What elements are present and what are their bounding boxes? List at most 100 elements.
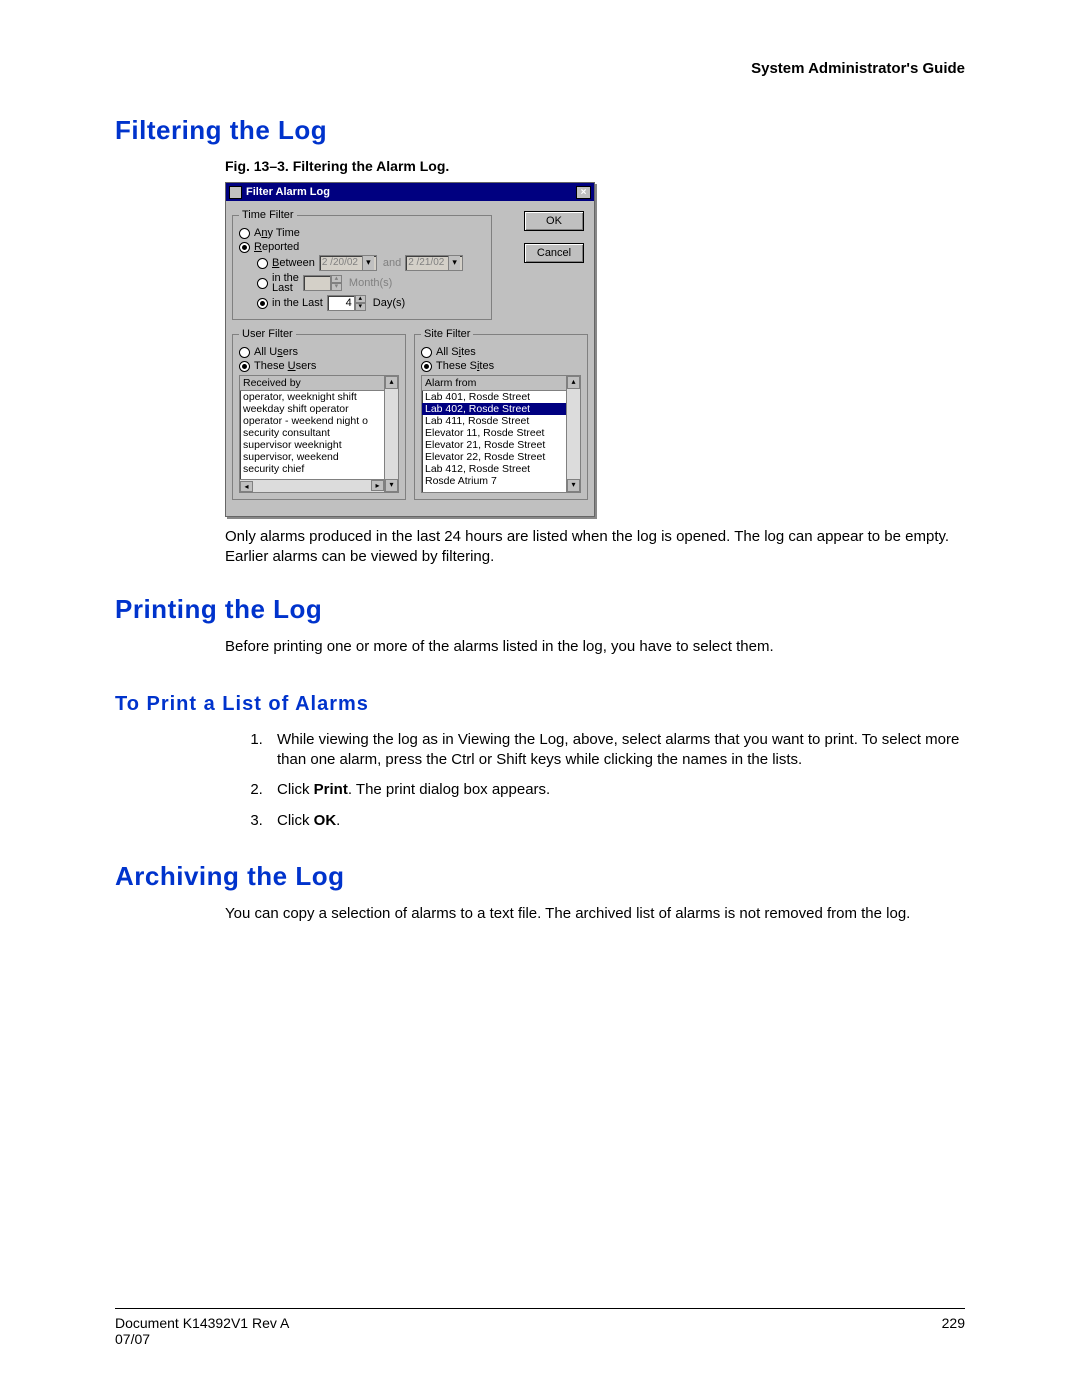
- date-from-input[interactable]: 2 /20/02 ▾: [319, 255, 377, 271]
- radio-icon[interactable]: [257, 298, 268, 309]
- radio-label: in the Last: [272, 273, 299, 293]
- radio-icon[interactable]: [257, 258, 268, 269]
- page-number: 229: [942, 1315, 965, 1347]
- filter-alarm-log-dialog: Filter Alarm Log × OK Cancel Time Filter…: [225, 182, 595, 517]
- list-item[interactable]: security chief: [240, 463, 398, 475]
- radio-label: These Sites: [436, 360, 494, 372]
- heading-printing: Printing the Log: [115, 594, 965, 625]
- cancel-button[interactable]: Cancel: [524, 243, 584, 263]
- radio-these-sites[interactable]: These Sites: [421, 360, 581, 372]
- radio-all-sites[interactable]: All Sites: [421, 346, 581, 358]
- list-item[interactable]: operator - weekend night o: [240, 415, 398, 427]
- list-item[interactable]: security consultant: [240, 427, 398, 439]
- scroll-down-icon[interactable]: ▾: [385, 479, 398, 492]
- print-steps-list: While viewing the log as in Viewing the …: [267, 730, 965, 831]
- listbox-header[interactable]: Alarm from: [422, 376, 580, 391]
- system-menu-icon[interactable]: [229, 186, 242, 199]
- heading-to-print: To Print a List of Alarms: [115, 693, 965, 716]
- dialog-titlebar[interactable]: Filter Alarm Log ×: [226, 183, 594, 201]
- radio-label: Reported: [254, 241, 299, 253]
- scroll-right-icon[interactable]: ▸: [371, 480, 384, 491]
- figure-caption: Fig. 13–3. Filtering the Alarm Log.: [225, 158, 965, 174]
- printing-intro: Before printing one or more of the alarm…: [225, 637, 965, 657]
- list-item[interactable]: Lab 402, Rosde Street: [422, 403, 580, 415]
- days-spinner[interactable]: 4 ▴▾: [327, 295, 355, 311]
- scroll-down-icon[interactable]: ▾: [567, 479, 580, 492]
- days-unit: Day(s): [373, 297, 405, 309]
- radio-label: All Users: [254, 346, 298, 358]
- radio-icon[interactable]: [421, 347, 432, 358]
- radio-any-time[interactable]: Any Time: [239, 227, 485, 239]
- vertical-scrollbar[interactable]: ▴ ▾: [566, 376, 580, 492]
- list-item[interactable]: Elevator 11, Rosde Street: [422, 427, 580, 439]
- radio-in-last-months[interactable]: in the Last ▴▾ Month(s): [257, 273, 485, 293]
- site-filter-group: Site Filter All Sites These Sites Alarm …: [414, 328, 588, 500]
- step-item: Click Print. The print dialog box appear…: [267, 780, 965, 800]
- dropdown-icon[interactable]: ▾: [362, 256, 374, 270]
- scroll-up-icon[interactable]: ▴: [567, 376, 580, 389]
- radio-icon[interactable]: [239, 361, 250, 372]
- radio-all-users[interactable]: All Users: [239, 346, 399, 358]
- radio-label: Any Time: [254, 227, 300, 239]
- user-filter-group: User Filter All Users These Users Receiv…: [232, 328, 406, 500]
- radio-in-last-days[interactable]: in the Last 4 ▴▾ Day(s): [257, 295, 485, 311]
- sites-listbox[interactable]: Alarm from Lab 401, Rosde Street Lab 402…: [421, 375, 581, 493]
- dialog-title: Filter Alarm Log: [246, 186, 576, 198]
- list-item[interactable]: weekday shift operator: [240, 403, 398, 415]
- list-item[interactable]: Lab 401, Rosde Street: [422, 391, 580, 403]
- step-item: Click OK.: [267, 811, 965, 831]
- and-label: and: [383, 257, 401, 269]
- date-from-value: 2 /20/02: [322, 257, 358, 268]
- dialog-body: OK Cancel Time Filter Any Time Reported …: [226, 201, 594, 516]
- radio-label: Between: [272, 257, 315, 269]
- date-to-value: 2 /21/02: [408, 257, 444, 268]
- users-listbox[interactable]: Received by operator, weeknight shift we…: [239, 375, 399, 493]
- ok-button[interactable]: OK: [524, 211, 584, 231]
- horizontal-scrollbar[interactable]: ◂ ▸: [240, 479, 384, 492]
- site-filter-legend: Site Filter: [421, 328, 473, 340]
- dropdown-icon[interactable]: ▾: [448, 256, 460, 270]
- scroll-left-icon[interactable]: ◂: [240, 481, 253, 492]
- radio-label: All Sites: [436, 346, 476, 358]
- days-value: 4: [346, 297, 352, 309]
- months-unit: Month(s): [349, 277, 392, 289]
- list-item[interactable]: operator, weeknight shift: [240, 391, 398, 403]
- list-item[interactable]: Elevator 21, Rosde Street: [422, 439, 580, 451]
- list-item[interactable]: Rosde Atrium 7: [422, 475, 580, 487]
- date-to-input[interactable]: 2 /21/02 ▾: [405, 255, 463, 271]
- spinner-buttons[interactable]: ▴▾: [331, 275, 342, 291]
- time-filter-group: Time Filter Any Time Reported Between 2 …: [232, 209, 492, 320]
- heading-filtering: Filtering the Log: [115, 115, 965, 146]
- filtering-body-text: Only alarms produced in the last 24 hour…: [225, 527, 965, 568]
- list-item[interactable]: Lab 411, Rosde Street: [422, 415, 580, 427]
- list-item[interactable]: Lab 412, Rosde Street: [422, 463, 580, 475]
- footer-doc-info: Document K14392V1 Rev A 07/07: [115, 1315, 289, 1347]
- list-item[interactable]: supervisor weeknight: [240, 439, 398, 451]
- radio-reported[interactable]: Reported: [239, 241, 485, 253]
- radio-between[interactable]: Between 2 /20/02 ▾ and 2 /21/02 ▾: [257, 255, 485, 271]
- months-spinner[interactable]: ▴▾: [303, 275, 331, 291]
- page-footer: Document K14392V1 Rev A 07/07 229: [115, 1308, 965, 1347]
- spinner-buttons[interactable]: ▴▾: [355, 295, 366, 311]
- radio-these-users[interactable]: These Users: [239, 360, 399, 372]
- radio-icon[interactable]: [421, 361, 432, 372]
- radio-label: in the Last: [272, 297, 323, 309]
- radio-label: These Users: [254, 360, 316, 372]
- listbox-header[interactable]: Received by: [240, 376, 398, 391]
- radio-icon[interactable]: [239, 242, 250, 253]
- document-page: System Administrator's Guide Filtering t…: [0, 0, 1080, 1397]
- user-filter-legend: User Filter: [239, 328, 296, 340]
- heading-archiving: Archiving the Log: [115, 861, 965, 892]
- list-item[interactable]: Elevator 22, Rosde Street: [422, 451, 580, 463]
- radio-icon[interactable]: [239, 347, 250, 358]
- archiving-body-text: You can copy a selection of alarms to a …: [225, 904, 965, 924]
- scroll-up-icon[interactable]: ▴: [385, 376, 398, 389]
- time-filter-legend: Time Filter: [239, 209, 297, 221]
- dialog-button-column: OK Cancel: [524, 211, 584, 269]
- radio-icon[interactable]: [239, 228, 250, 239]
- list-item[interactable]: supervisor, weekend: [240, 451, 398, 463]
- close-icon[interactable]: ×: [576, 186, 591, 199]
- radio-icon[interactable]: [257, 278, 268, 289]
- vertical-scrollbar[interactable]: ▴ ▾: [384, 376, 398, 492]
- running-header: System Administrator's Guide: [751, 60, 965, 77]
